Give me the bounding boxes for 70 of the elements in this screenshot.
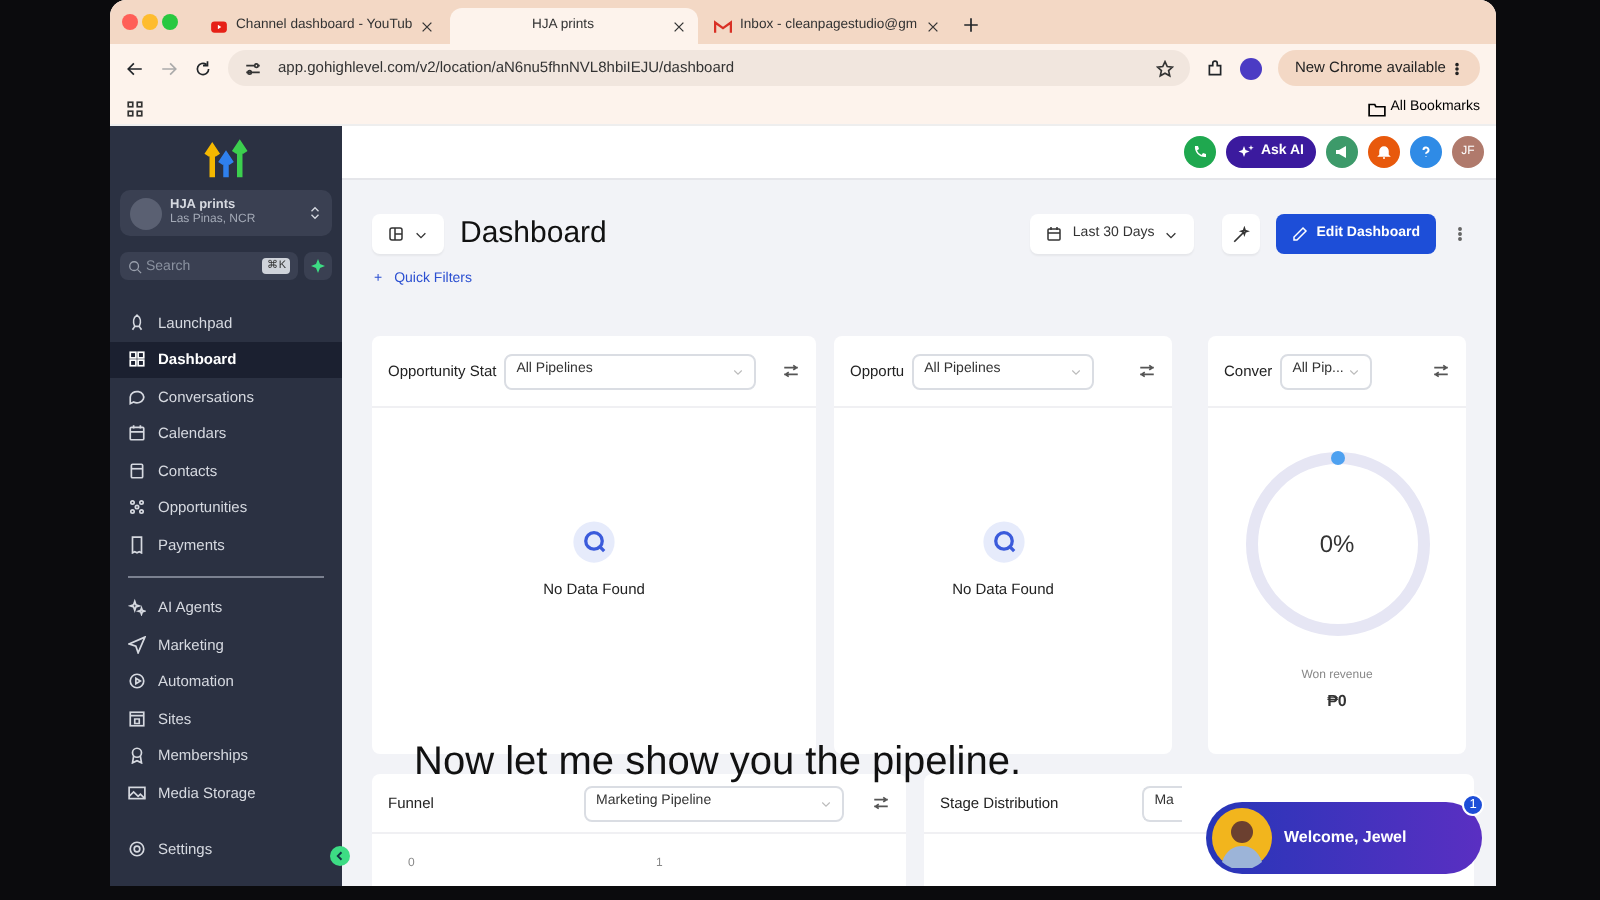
pencil-icon [1292, 226, 1309, 243]
dots-cluster-icon [128, 498, 146, 517]
reload-icon[interactable] [194, 59, 212, 77]
chevron-down-icon [732, 365, 745, 377]
close-icon[interactable] [420, 19, 435, 33]
collapse-sidebar-button[interactable] [330, 846, 350, 866]
sparkles-icon [128, 598, 146, 617]
percentage-value: 0% [1319, 528, 1355, 562]
gear-icon [128, 840, 146, 859]
paper-plane-icon [128, 635, 146, 654]
layout-icon [388, 226, 404, 243]
search-icon [981, 520, 1025, 565]
chevron-down-icon [1348, 365, 1361, 377]
more-icon [1450, 61, 1464, 76]
profile-avatar[interactable] [1240, 57, 1263, 79]
mail-logo-icon [714, 17, 732, 35]
filter-icon[interactable] [872, 794, 890, 812]
person-avatar-icon [1212, 808, 1272, 868]
chevron-updown-icon [308, 204, 322, 222]
wand-icon [1232, 225, 1251, 244]
magic-wand-button[interactable] [1222, 214, 1261, 255]
sparkle-icon [310, 258, 326, 274]
filter-icon[interactable] [1138, 362, 1156, 380]
image-icon [128, 783, 146, 802]
revenue-amount: ₱0 [1327, 690, 1347, 714]
chevron-left-icon [334, 850, 346, 862]
chevron-down-icon [820, 797, 832, 809]
rocket-icon [128, 313, 146, 332]
back-icon[interactable] [126, 59, 144, 77]
search-icon [128, 259, 142, 273]
badge-icon [128, 746, 146, 765]
filter-icon[interactable] [782, 362, 800, 380]
bell-icon [1376, 144, 1392, 160]
phone-icon [1192, 144, 1209, 160]
more-icon[interactable] [1452, 226, 1468, 243]
search-icon [572, 520, 616, 565]
layout-switcher-button[interactable] [372, 214, 444, 255]
star-icon[interactable] [1156, 59, 1175, 77]
browser-window-icon [128, 709, 146, 728]
receipt-icon [128, 535, 146, 554]
question-icon [1418, 144, 1434, 160]
megaphone-icon [1334, 144, 1350, 160]
video-logo-icon [210, 17, 228, 35]
folder-icon [1368, 99, 1387, 117]
page-title: Dashboard [460, 214, 607, 254]
close-icon[interactable] [925, 19, 940, 33]
chevron-down-icon [1164, 227, 1179, 242]
notifications-button[interactable] [1368, 136, 1400, 168]
announcements-button[interactable] [1326, 136, 1358, 168]
new-tab-icon[interactable] [962, 16, 980, 34]
account-avatar [130, 197, 162, 229]
quick-action-button[interactable] [304, 252, 332, 280]
phone-button[interactable] [1184, 136, 1217, 168]
calendar-icon [1046, 226, 1063, 243]
chevron-down-icon [1070, 365, 1083, 377]
chevron-down-icon [414, 227, 428, 242]
calendar-icon [128, 424, 146, 443]
site-settings-icon [244, 59, 262, 77]
sparkle-icon [1238, 144, 1255, 160]
help-button[interactable] [1410, 136, 1442, 168]
contact-card-icon [128, 461, 146, 480]
extensions-icon[interactable] [1206, 59, 1225, 77]
filter-icon[interactable] [1432, 362, 1450, 380]
logo-arrows-icon [204, 136, 248, 180]
close-icon[interactable] [672, 19, 686, 33]
play-circle-icon [128, 672, 146, 691]
chat-bubble-icon [128, 387, 146, 406]
apps-grid-icon[interactable] [126, 99, 144, 117]
subtitle-caption: Now let me show you the pipeline. [414, 742, 1021, 782]
grid-icon [128, 350, 146, 369]
